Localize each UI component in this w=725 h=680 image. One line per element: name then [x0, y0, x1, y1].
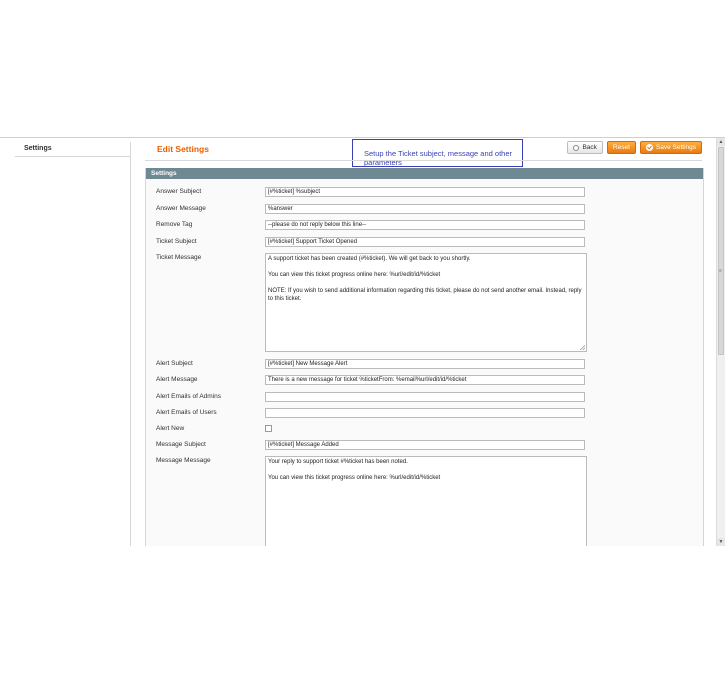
alert-emails-users-label: Alert Emails of Users	[156, 409, 217, 416]
alert-new-checkbox[interactable]	[265, 425, 272, 432]
ticket-message-line: NOTE: If you wish to send additional inf…	[268, 288, 582, 302]
remove-tag-input[interactable]: --please do not reply below this line--	[265, 220, 585, 230]
ticket-subject-input[interactable]: [#%ticket] Support Ticket Opened	[265, 237, 585, 247]
back-arrow-icon	[573, 144, 580, 151]
sidebar-divider	[15, 156, 130, 157]
resize-handle-icon[interactable]	[580, 345, 585, 350]
answer-message-input[interactable]: %answer	[265, 204, 585, 214]
toolbar: Back Reset Save Settings	[567, 141, 702, 154]
answer-message-label: Answer Message	[156, 205, 206, 212]
fieldset-title: Settings	[146, 168, 703, 179]
alert-message-input[interactable]: There is a new message for ticket %ticke…	[265, 375, 585, 385]
scroll-down-icon[interactable]: ▼	[717, 538, 725, 546]
sidebar: Settings	[15, 142, 131, 546]
alert-emails-admins-input[interactable]	[265, 392, 585, 402]
reset-button-label: Reset	[612, 144, 630, 151]
ticket-message-label: Ticket Message	[156, 254, 202, 261]
save-button-label: Save Settings	[655, 144, 696, 151]
message-message-line: You can view this ticket progress online…	[268, 475, 441, 481]
reset-button[interactable]: Reset	[606, 141, 636, 154]
alert-emails-admins-label: Alert Emails of Admins	[156, 393, 222, 400]
alert-emails-users-input[interactable]	[265, 408, 585, 418]
message-subject-label: Message Subject	[156, 441, 206, 448]
page-title: Edit Settings	[157, 144, 209, 154]
ticket-message-line: You can view this ticket progress online…	[268, 272, 441, 278]
ticket-message-line: A support ticket has been created (#%tic…	[268, 256, 471, 262]
save-settings-button[interactable]: Save Settings	[639, 141, 702, 154]
checkmark-icon	[645, 144, 653, 151]
settings-fieldset: Settings Answer Subject [#%ticket] %subj…	[145, 168, 704, 546]
scrollbar-grip-icon: ≡	[719, 268, 722, 274]
annotation-callout: Setup the Ticket subject, message and ot…	[352, 139, 523, 167]
admin-screen: Settings Edit Settings Setup the Ticket …	[0, 137, 725, 546]
message-message-line: Your reply to support ticket #%ticket ha…	[268, 459, 408, 465]
vertical-scrollbar[interactable]: ▲ ≡ ▼	[716, 138, 725, 546]
back-button-label: Back	[582, 144, 597, 151]
back-button[interactable]: Back	[567, 141, 603, 154]
scrollbar-thumb[interactable]	[718, 147, 724, 355]
message-subject-input[interactable]: [#%ticket] Message Added	[265, 440, 585, 450]
answer-subject-input[interactable]: [#%ticket] %subject	[265, 187, 585, 197]
alert-new-label: Alert New	[156, 425, 185, 432]
sidebar-item-settings[interactable]: Settings	[15, 142, 130, 156]
alert-subject-input[interactable]: [#%ticket] New Message Alert	[265, 359, 585, 369]
message-message-label: Message Message	[156, 457, 211, 464]
alert-message-label: Alert Message	[156, 376, 198, 383]
message-message-textarea[interactable]: Your reply to support ticket #%ticket ha…	[265, 456, 587, 546]
ticket-message-textarea[interactable]: A support ticket has been created (#%tic…	[265, 253, 587, 352]
header-divider	[145, 160, 702, 161]
alert-subject-label: Alert Subject	[156, 360, 193, 367]
scroll-up-icon[interactable]: ▲	[717, 138, 725, 146]
remove-tag-label: Remove Tag	[156, 221, 193, 228]
ticket-subject-label: Ticket Subject	[156, 238, 197, 245]
answer-subject-label: Answer Subject	[156, 188, 202, 195]
